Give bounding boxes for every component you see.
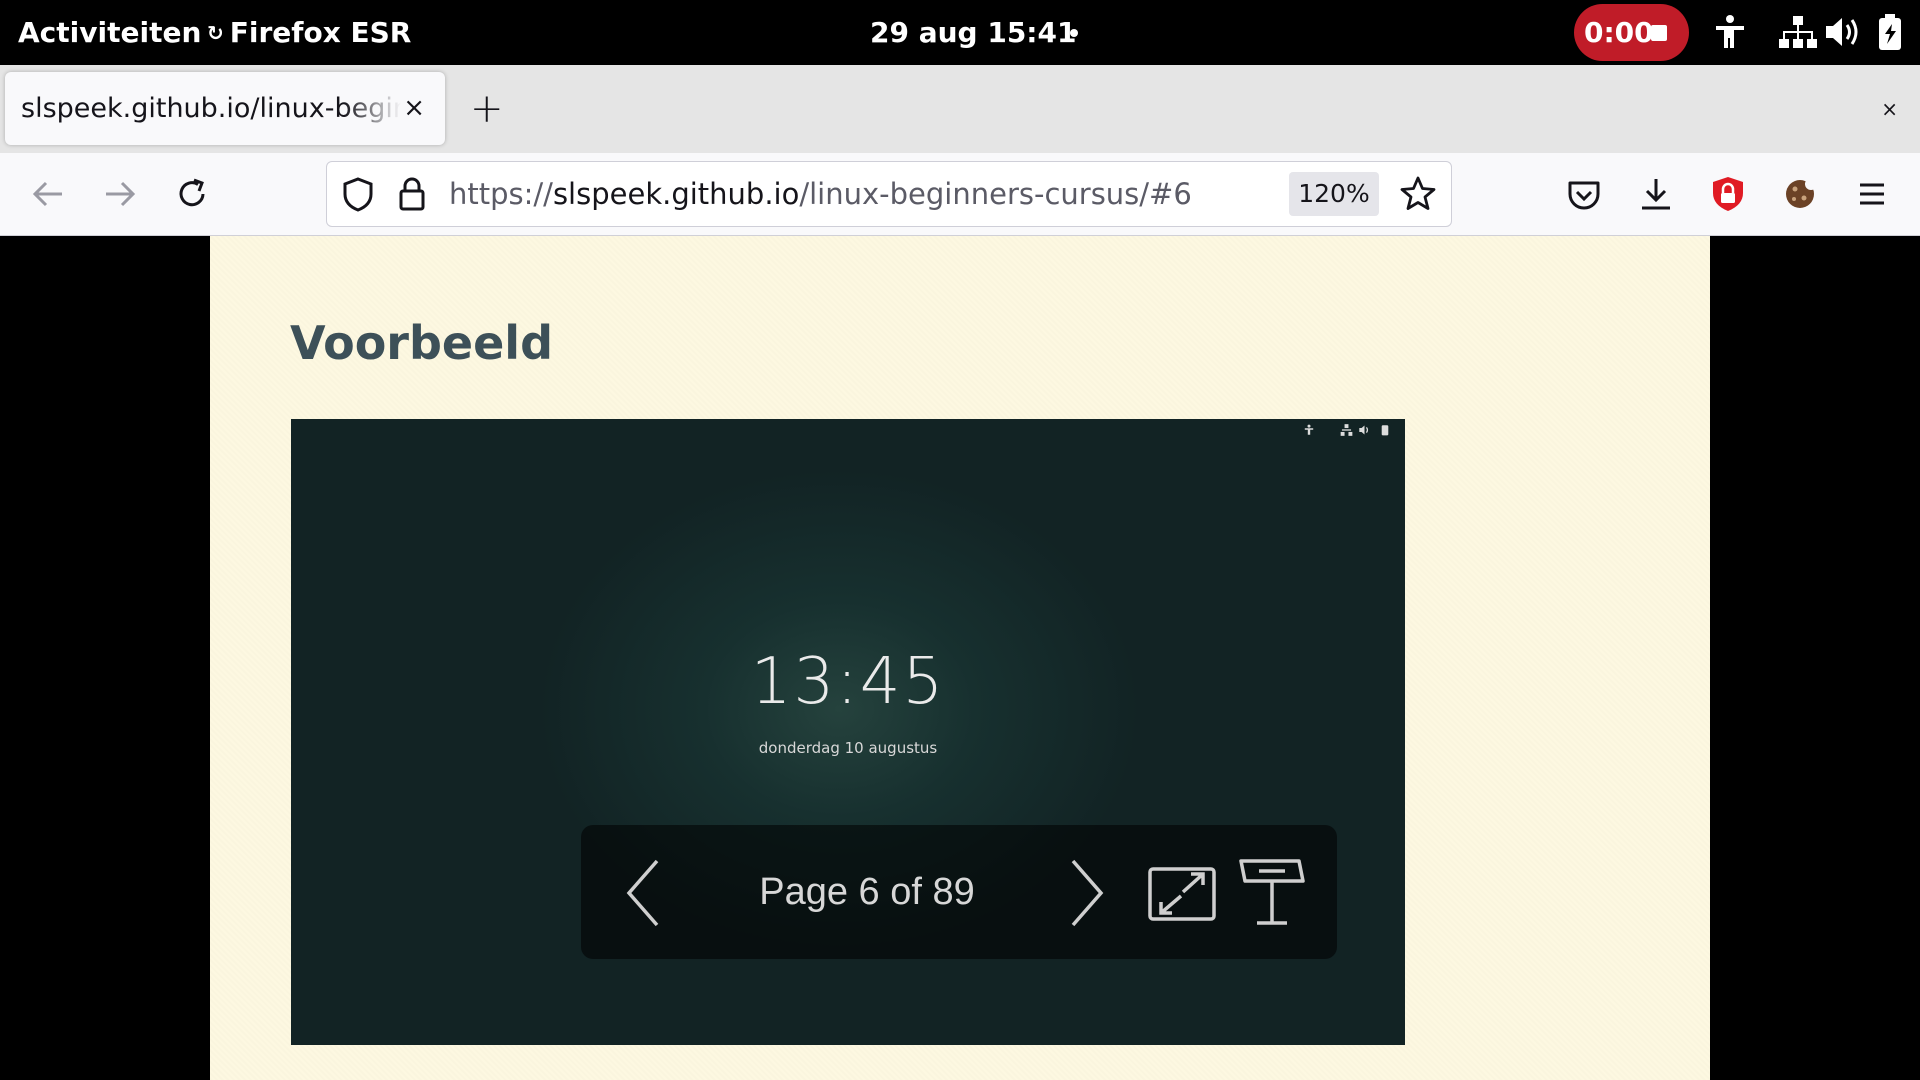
volume-icon <box>1359 425 1369 435</box>
battery-icon <box>1381 425 1389 436</box>
stop-icon[interactable] <box>1651 25 1667 41</box>
recording-time: 0:00 <box>1584 16 1654 49</box>
chevron-right-icon[interactable] <box>1067 857 1107 929</box>
notification-dot <box>1070 29 1078 37</box>
gnome-top-bar: Activiteiten ↻ Firefox ESR 29 aug 15:41 0… <box>0 0 1920 65</box>
reload-icon[interactable] <box>172 174 212 214</box>
network-icon <box>1340 424 1353 436</box>
star-icon[interactable] <box>1399 175 1437 213</box>
url-text[interactable]: https://slspeek.github.io/linux-beginner… <box>449 162 1192 226</box>
download-icon[interactable] <box>1636 174 1676 214</box>
pdf-viewer-controls: Page 6 of 89 <box>581 825 1337 959</box>
network-icon[interactable] <box>1778 12 1818 52</box>
lockscreen-time: 13:45 <box>750 645 946 719</box>
battery-icon[interactable] <box>1870 12 1910 52</box>
shield-icon[interactable] <box>341 176 375 212</box>
ublock-icon[interactable] <box>1708 174 1748 214</box>
forward-icon[interactable] <box>100 174 140 214</box>
nav-toolbar: https://slspeek.github.io/linux-beginner… <box>0 153 1920 236</box>
tab-active[interactable]: slspeek.github.io/linux-beginners-cursus… <box>5 72 445 145</box>
window-close-button[interactable]: × <box>1881 65 1898 153</box>
clock[interactable]: 29 aug 15:41 <box>870 0 1076 65</box>
firefox-icon: ↻ <box>207 21 224 45</box>
accessibility-icon <box>1304 424 1314 435</box>
pocket-icon[interactable] <box>1564 174 1604 214</box>
chevron-left-icon[interactable] <box>623 857 663 929</box>
zoom-level-badge[interactable]: 120% <box>1289 172 1379 216</box>
tab-close-button[interactable]: × <box>403 72 425 145</box>
cookie-icon[interactable] <box>1780 174 1820 214</box>
url-prefix: https:// <box>449 177 553 211</box>
volume-icon[interactable] <box>1822 12 1862 52</box>
lockscreen-date: donderdag 10 augustus <box>758 739 938 757</box>
tab-title: slspeek.github.io/linux-beginners-cursus… <box>21 93 401 124</box>
activities-button[interactable]: Activiteiten <box>18 0 201 65</box>
new-tab-button[interactable]: + <box>470 65 504 153</box>
tab-strip: slspeek.github.io/linux-beginners-cursus… <box>0 65 1920 153</box>
fullscreen-icon[interactable] <box>1147 857 1217 929</box>
url-path: /linux-beginners-cursus/#6 <box>799 177 1192 211</box>
embedded-screenshot: 13:45 donderdag 10 augustus Page 6 of 89 <box>291 419 1405 1045</box>
page-viewport: Voorbeeld 13:45 donderdag 10 augustus Pa… <box>0 236 1920 1080</box>
menu-icon[interactable] <box>1852 174 1892 214</box>
url-host: slspeek.github.io <box>552 177 800 211</box>
page-title: Voorbeeld <box>290 316 553 370</box>
app-menu[interactable]: ↻ Firefox ESR <box>207 0 411 68</box>
url-bar[interactable]: https://slspeek.github.io/linux-beginner… <box>326 161 1452 227</box>
page-indicator: Page 6 of 89 <box>759 871 975 913</box>
back-icon[interactable] <box>28 174 68 214</box>
slide-page: Voorbeeld 13:45 donderdag 10 augustus Pa… <box>210 236 1710 1080</box>
presentation-icon[interactable] <box>1237 857 1307 929</box>
screen-recording-indicator[interactable]: 0:00 <box>1574 4 1689 61</box>
app-name: Firefox ESR <box>229 16 412 49</box>
lock-icon[interactable] <box>397 176 427 212</box>
accessibility-icon[interactable] <box>1710 12 1750 52</box>
